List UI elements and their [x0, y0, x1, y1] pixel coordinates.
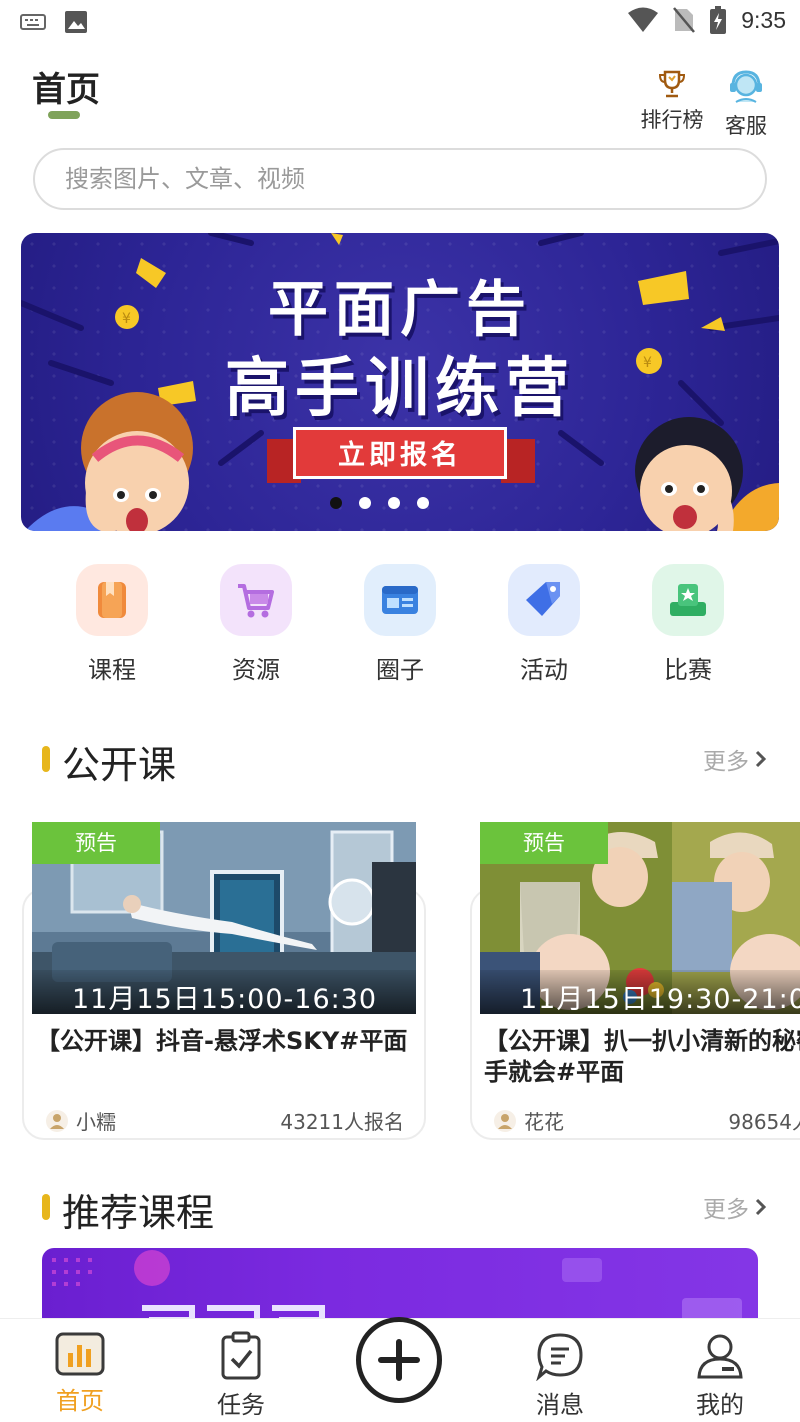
category-grid: 课程 资源 圈子 活动 比赛: [40, 564, 760, 685]
news-icon: [382, 586, 418, 614]
course-title: 【公开课】扒一扒小清新的秘密，有手就会#平面: [484, 1027, 800, 1086]
promo-banner[interactable]: ¥ ¥ 平面广告 高手训练营 立即报名: [21, 233, 779, 531]
section-title: 公开课: [62, 743, 177, 787]
image-icon: [65, 11, 87, 33]
avatar: [494, 1109, 516, 1132]
no-sim-icon: [673, 7, 696, 33]
status-bar: 9:35: [0, 0, 800, 44]
add-button[interactable]: [356, 1317, 442, 1403]
category-label: 圈子: [376, 656, 424, 684]
author-name: 小糯: [76, 1110, 116, 1134]
recommended-course-banner[interactable]: [42, 1248, 758, 1328]
tab-home[interactable]: 首页: [20, 1331, 140, 1416]
category-label: 资源: [232, 656, 280, 684]
public-courses-more-link[interactable]: 更多: [703, 742, 767, 776]
tab-messages[interactable]: 消息: [500, 1331, 620, 1420]
wifi-icon: [628, 7, 659, 32]
search-input[interactable]: [65, 162, 725, 196]
chevron-right-icon: [755, 750, 767, 768]
banner-headline-1: 平面广告: [268, 275, 532, 345]
course-title: 【公开课】抖音-悬浮术SKY#平面: [36, 1027, 408, 1055]
course-thumbnail: 预告 11月15日15:00-16:30: [32, 822, 416, 1014]
pager-dot[interactable]: [329, 497, 342, 509]
course-time: 11月15日15:00-16:30: [72, 984, 378, 1014]
podium-icon: [670, 584, 706, 616]
recommended-course-image: [52, 1250, 742, 1328]
tab-profile[interactable]: 我的: [660, 1331, 780, 1420]
pager-dot[interactable]: [416, 497, 429, 509]
recommended-header: 推荐课程 更多: [42, 1182, 767, 1235]
battery-charging-icon: [710, 6, 727, 34]
pager-dot[interactable]: [358, 497, 371, 509]
tab-label: 首页: [56, 1387, 104, 1415]
clipboard-check-icon: [221, 1331, 261, 1380]
recommended-more-link[interactable]: 更多: [703, 1190, 767, 1224]
section-accent-bar: [42, 746, 50, 772]
tag-icon: [526, 582, 560, 616]
tab-label: 我的: [696, 1391, 744, 1419]
home-chart-icon: [55, 1332, 105, 1376]
category-circle[interactable]: 圈子: [328, 564, 472, 685]
chevron-right-icon: [755, 1198, 767, 1216]
banner-pager[interactable]: [21, 497, 779, 509]
leaderboard-button[interactable]: 排行榜: [637, 68, 707, 134]
chat-bubble-icon: [536, 1333, 583, 1381]
page-title: 首页: [32, 70, 100, 110]
category-events[interactable]: 活动: [472, 564, 616, 685]
signup-count: 98654人报名: [728, 1110, 800, 1134]
course-author: 小糯: [46, 1106, 116, 1135]
customer-service-icon: [730, 70, 762, 103]
preview-badge: 预告: [480, 822, 608, 864]
search-bar[interactable]: [33, 148, 767, 210]
clock: 9:35: [741, 6, 786, 33]
plus-icon: [378, 1339, 420, 1381]
category-label: 活动: [520, 656, 568, 684]
keyboard-icon: [20, 14, 46, 30]
signup-count: 43211人报名: [280, 1110, 404, 1134]
more-label: 更多: [703, 1197, 749, 1223]
user-icon: [697, 1334, 743, 1379]
more-label: 更多: [703, 749, 749, 775]
course-author: 花花: [494, 1106, 564, 1135]
tab-label: 消息: [536, 1391, 584, 1419]
section-title: 推荐课程: [62, 1191, 215, 1235]
course-time: 11月15日19:30-21:00: [520, 984, 800, 1014]
section-accent-bar: [42, 1194, 50, 1220]
course-card[interactable]: 预告 11月15日15:00-16:30 【公开课】抖音-悬浮术SKY#平面 小…: [22, 822, 426, 1140]
preview-badge: 预告: [32, 822, 160, 864]
category-label: 课程: [88, 656, 136, 684]
bottom-tab-bar: 首页 任务 消息 我的: [0, 1317, 800, 1422]
trophy-icon: [658, 70, 686, 98]
category-label: 比赛: [664, 656, 712, 684]
course-book-icon: [98, 582, 126, 618]
category-contest[interactable]: 比赛: [616, 564, 760, 685]
course-card[interactable]: 预告 11月15日19:30-21:00 【公开课】扒一扒小清新的秘密，有手就会…: [470, 822, 800, 1140]
avatar: [46, 1109, 68, 1132]
customer-service-label: 客服: [725, 114, 767, 138]
cart-icon: [238, 584, 274, 618]
customer-service-button[interactable]: 客服: [711, 68, 781, 140]
author-name: 花花: [524, 1110, 564, 1134]
public-courses-header: 公开课 更多: [42, 734, 767, 787]
signup-now-button[interactable]: 立即报名: [293, 427, 507, 479]
pager-dot[interactable]: [387, 497, 400, 509]
category-course[interactable]: 课程: [40, 564, 184, 685]
title-underline: [48, 111, 80, 119]
category-resources[interactable]: 资源: [184, 564, 328, 685]
tab-label: 任务: [217, 1391, 265, 1419]
banner-headline-2: 高手训练营: [225, 352, 575, 426]
course-thumbnail: 预告 11月15日19:30-21:00: [480, 822, 800, 1014]
tab-tasks[interactable]: 任务: [181, 1331, 301, 1420]
leaderboard-label: 排行榜: [640, 108, 704, 132]
